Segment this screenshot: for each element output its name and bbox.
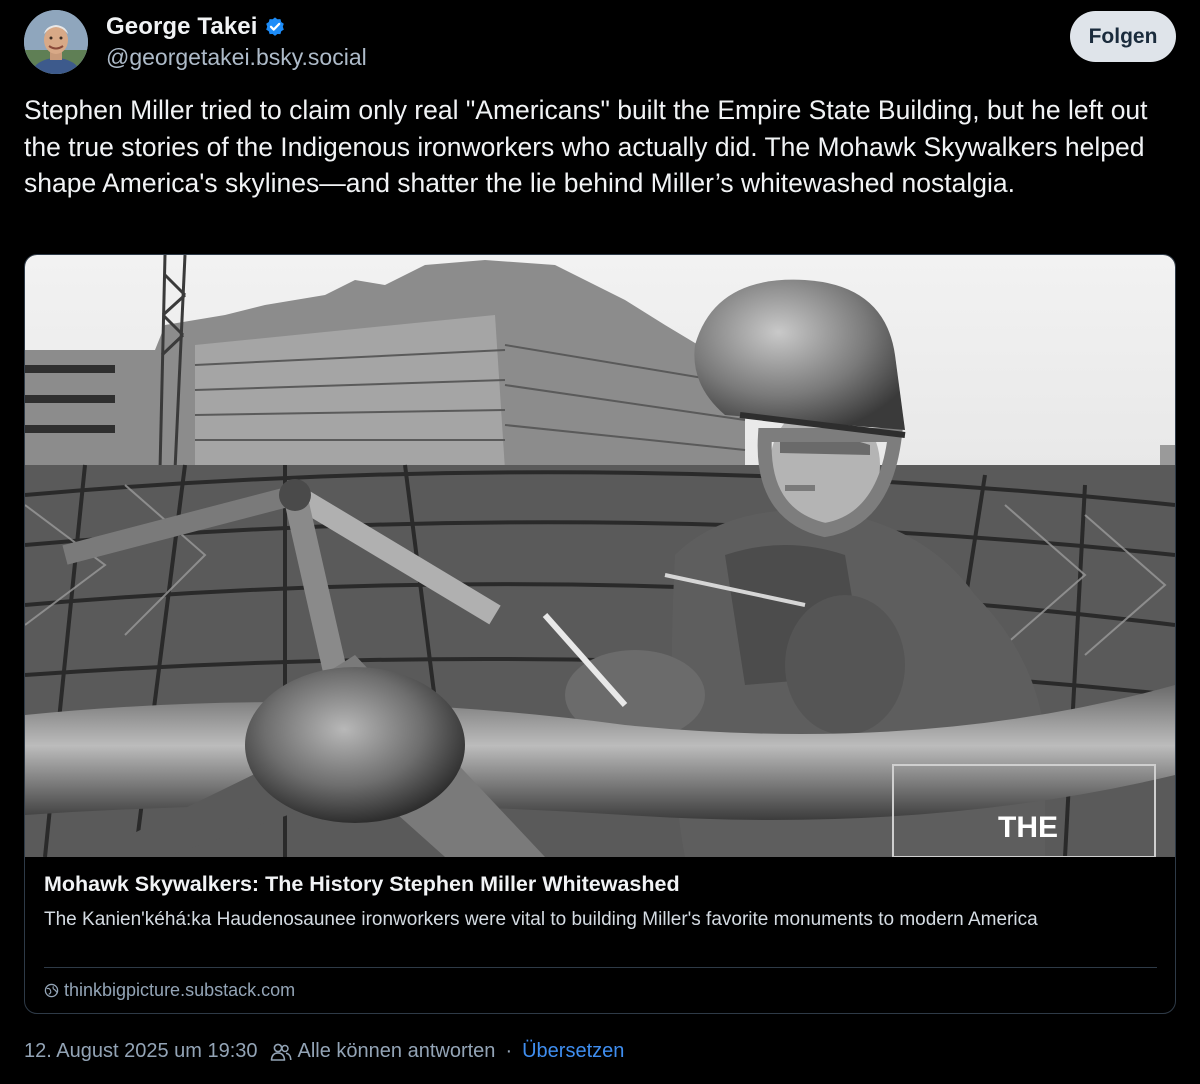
link-card-title[interactable]: Mohawk Skywalkers: The History Stephen M… [44,872,680,897]
link-card[interactable]: THE Mohawk Skywalkers: The History Steph… [24,254,1176,1014]
author-handle[interactable]: @georgetakei.bsky.social [106,44,367,71]
post-meta: 12. August 2025 um 19:30 Alle können ant… [24,1040,624,1063]
post-header: George Takei @georgetakei.bsky.social Fo… [24,10,1176,76]
link-card-domain-text: thinkbigpicture.substack.com [64,980,296,1000]
author-display-name[interactable]: George Takei [106,13,257,41]
link-card-image[interactable]: THE [25,255,1175,857]
globe-icon [44,983,59,998]
author-info: George Takei @georgetakei.bsky.social [106,12,367,71]
post-text: Stephen Miller tried to claim only real … [24,95,1148,198]
people-icon [270,1043,292,1061]
verified-badge-icon[interactable] [264,16,286,38]
display-name-row: George Takei [106,12,367,42]
link-card-description: The Kanien'kéhá:ka Haudenosaunee ironwor… [44,909,1038,930]
reply-setting[interactable]: Alle können antworten [298,1040,496,1063]
post-timestamp[interactable]: 12. August 2025 um 19:30 [24,1040,258,1063]
meta-separator: · [505,1040,513,1062]
translate-link[interactable]: Übersetzen [522,1040,624,1063]
image-watermark-text: THE [998,811,1058,844]
follow-button[interactable]: Folgen [1070,11,1176,62]
link-card-divider [44,967,1157,968]
avatar[interactable] [24,10,88,74]
link-card-domain[interactable]: thinkbigpicture.substack.com [44,980,295,1001]
